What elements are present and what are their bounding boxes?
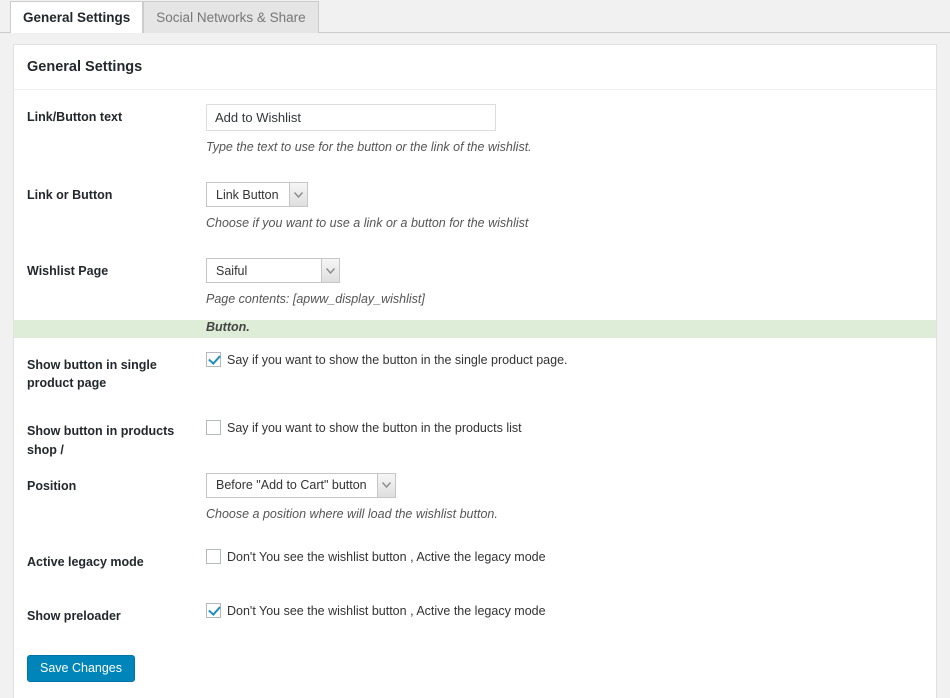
show-preloader-checkbox[interactable] <box>206 602 221 618</box>
label-wishlist-page: Wishlist Page <box>27 264 109 278</box>
label-show-single-product: Show button in single product page <box>27 358 157 391</box>
desc-wishlist-page: Page contents: [apww_display_wishlist] <box>206 292 425 306</box>
cell-position: Before "Add to Cart" button Choose a pos… <box>206 459 936 535</box>
label-link-button-text: Link/Button text <box>27 110 123 124</box>
desc-link-button-text: Type the text to use for the button or t… <box>206 140 532 154</box>
submit-area: Save Changes <box>14 643 936 698</box>
link-or-button-select[interactable]: Link Button <box>206 182 308 207</box>
tab-general-settings-label: General Settings <box>23 10 131 25</box>
link-button-text-input[interactable] <box>206 104 496 131</box>
label-show-products-shop: Show button in products shop / <box>27 424 175 457</box>
section-header-button-label: Button. <box>206 320 250 334</box>
position-select-value: Before "Add to Cart" button <box>216 478 367 493</box>
cell-wishlist-page: Saiful Page contents: [apww_display_wish… <box>206 244 936 320</box>
desc-link-or-button: Choose if you want to use a link or a bu… <box>206 216 529 230</box>
position-select[interactable]: Before "Add to Cart" button <box>206 472 396 498</box>
chevron-down-icon <box>321 259 339 282</box>
desc-position: Choose a position where will load the wi… <box>206 506 498 521</box>
settings-panel: General Settings Link/Button text Type t… <box>13 44 937 698</box>
wishlist-page-select[interactable]: Saiful <box>206 258 340 283</box>
cell-show-single-product: Say if you want to show the button in th… <box>206 338 936 410</box>
cell-show-products-shop: Say if you want to show the button in th… <box>206 410 936 458</box>
row-link-or-button: Link or Button Link Button Choose if you… <box>14 168 936 244</box>
cell-show-preloader: Don't You see the wishlist button , Acti… <box>206 589 936 643</box>
cell-link-or-button: Link Button Choose if you want to use a … <box>206 168 936 244</box>
cell-active-legacy-mode: Don't You see the wishlist button , Acti… <box>206 535 936 589</box>
label-show-preloader: Show preloader <box>27 608 121 623</box>
active-legacy-mode-checkbox[interactable] <box>206 548 221 564</box>
tab-general-settings[interactable]: General Settings <box>10 1 144 33</box>
section-header-button: Button. <box>14 320 936 339</box>
row-show-products-shop: Show button in products shop / Say if yo… <box>14 410 936 458</box>
row-active-legacy-mode: Active legacy mode Don't You see the wis… <box>14 535 936 589</box>
show-products-shop-checkbox[interactable] <box>206 420 221 436</box>
show-single-product-checkbox[interactable] <box>206 352 221 368</box>
tab-social-networks-share[interactable]: Social Networks & Share <box>143 1 319 33</box>
cell-link-button-text: Type the text to use for the button or t… <box>206 90 936 168</box>
page-title: General Settings <box>14 45 936 90</box>
label-link-or-button: Link or Button <box>27 188 113 202</box>
wishlist-page-select-value: Saiful <box>216 263 248 278</box>
active-legacy-mode-checkbox-label: Don't You see the wishlist button , Acti… <box>227 549 546 564</box>
row-wishlist-page: Wishlist Page Saiful Page contents: [apw… <box>14 244 936 320</box>
row-show-preloader: Show preloader Don't You see the wishlis… <box>14 589 936 643</box>
show-products-shop-checkbox-label: Say if you want to show the button in th… <box>227 421 522 436</box>
settings-form-table: Link/Button text Type the text to use fo… <box>14 90 936 643</box>
row-link-button-text: Link/Button text Type the text to use fo… <box>14 90 936 168</box>
chevron-down-icon <box>288 183 307 206</box>
tab-social-networks-share-label: Social Networks & Share <box>156 10 306 25</box>
row-position: Position Before "Add to Cart" button Cho… <box>14 459 936 535</box>
label-active-legacy-mode: Active legacy mode <box>27 554 144 569</box>
row-show-single-product: Show button in single product page Say i… <box>14 338 936 410</box>
label-position: Position <box>27 478 77 493</box>
save-changes-button[interactable]: Save Changes <box>27 654 136 683</box>
chevron-down-icon <box>376 473 395 497</box>
show-single-product-checkbox-label: Say if you want to show the button in th… <box>227 353 568 368</box>
show-preloader-checkbox-label: Don't You see the wishlist button , Acti… <box>227 603 546 618</box>
tab-bar: General Settings Social Networks & Share <box>0 0 950 33</box>
link-or-button-select-value: Link Button <box>216 187 279 202</box>
